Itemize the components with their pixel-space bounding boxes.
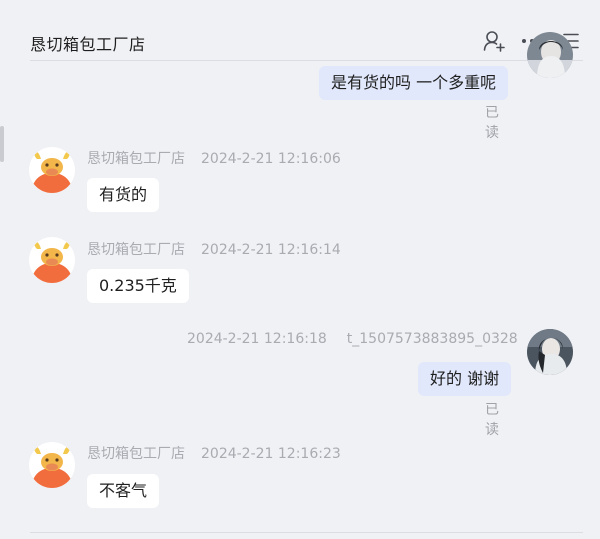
sender-name: 恳切箱包工厂店 bbox=[87, 242, 185, 258]
chat-header: 恳切箱包工厂店 bbox=[30, 20, 583, 61]
message-meta: 2024-2-21 12:16:18 t_1507573883895_0328 bbox=[187, 331, 518, 347]
sender-name: 恳切箱包工厂店 bbox=[87, 151, 185, 167]
read-status: 已读 bbox=[485, 402, 499, 438]
timestamp: 2024-2-21 12:16:18 bbox=[187, 331, 327, 347]
chat-title: 恳切箱包工厂店 bbox=[30, 35, 146, 54]
chat-window: 恳切箱包工厂店 是有货的吗 一个多重呢 已读 恳切箱包工厂店 2024-2-21… bbox=[0, 0, 600, 539]
read-status: 已读 bbox=[485, 105, 499, 141]
message-bubble[interactable]: 好的 谢谢 bbox=[418, 362, 512, 396]
user-avatar[interactable] bbox=[527, 329, 573, 375]
message-bubble[interactable]: 有货的 bbox=[87, 178, 160, 212]
left-edge bbox=[0, 0, 6, 539]
message-bubble[interactable]: 不客气 bbox=[87, 474, 160, 508]
scrollbar-thumb[interactable] bbox=[0, 126, 4, 162]
divider bbox=[30, 532, 583, 533]
timestamp: 2024-2-21 12:16:23 bbox=[201, 446, 341, 462]
timestamp: 2024-2-21 12:16:06 bbox=[201, 151, 341, 167]
message-bubble[interactable]: 0.235千克 bbox=[87, 269, 189, 303]
sender-name: t_1507573883895_0328 bbox=[346, 331, 518, 347]
message-bubble[interactable]: 是有货的吗 一个多重呢 bbox=[319, 66, 509, 100]
message-meta: 恳切箱包工厂店 2024-2-21 12:16:06 bbox=[87, 148, 341, 168]
shop-avatar[interactable] bbox=[29, 237, 75, 283]
message-meta: 恳切箱包工厂店 2024-2-21 12:16:23 bbox=[87, 443, 341, 463]
timestamp: 2024-2-21 12:16:14 bbox=[201, 242, 341, 258]
shop-avatar[interactable] bbox=[29, 147, 75, 193]
sender-name: 恳切箱包工厂店 bbox=[87, 446, 185, 462]
user-avatar[interactable] bbox=[527, 32, 573, 78]
message-meta: 恳切箱包工厂店 2024-2-21 12:16:14 bbox=[87, 239, 341, 259]
shop-avatar[interactable] bbox=[29, 442, 75, 488]
add-contact-icon[interactable] bbox=[482, 30, 506, 52]
